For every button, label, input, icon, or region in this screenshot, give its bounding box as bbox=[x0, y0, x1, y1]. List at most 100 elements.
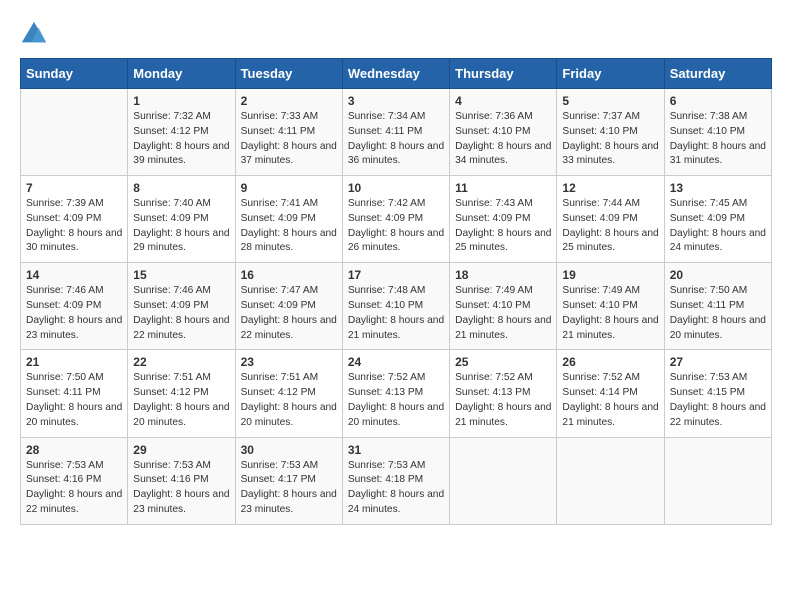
day-number: 24 bbox=[348, 355, 444, 369]
day-number: 5 bbox=[562, 94, 658, 108]
calendar-cell: 21Sunrise: 7:50 AMSunset: 4:11 PMDayligh… bbox=[21, 350, 128, 437]
calendar-cell bbox=[557, 437, 664, 524]
day-number: 7 bbox=[26, 181, 122, 195]
day-info: Sunrise: 7:48 AMSunset: 4:10 PMDaylight:… bbox=[348, 284, 444, 343]
day-number: 21 bbox=[26, 355, 122, 369]
logo bbox=[20, 20, 52, 48]
day-info: Sunrise: 7:41 AMSunset: 4:09 PMDaylight:… bbox=[241, 197, 337, 256]
calendar-week-1: 1 Sunrise: 7:32 AMSunset: 4:12 PMDaylight… bbox=[21, 89, 772, 176]
day-number: 22 bbox=[133, 355, 229, 369]
calendar-cell: 10 Sunrise: 7:42 AMSunset: 4:09 PMDayligh… bbox=[342, 176, 449, 263]
day-number: 20 bbox=[670, 268, 766, 282]
calendar-cell: 20 Sunrise: 7:50 AMSunset: 4:11 PMDayligh… bbox=[664, 263, 771, 350]
weekday-header-sunday: Sunday bbox=[21, 59, 128, 89]
day-info: Sunrise: 7:53 AMSunset: 4:17 PMDaylight:… bbox=[241, 459, 337, 518]
weekday-header-thursday: Thursday bbox=[450, 59, 557, 89]
day-number: 25 bbox=[455, 355, 551, 369]
day-number: 27 bbox=[670, 355, 766, 369]
day-number: 8 bbox=[133, 181, 229, 195]
calendar-cell: 28Sunrise: 7:53 AMSunset: 4:16 PMDayligh… bbox=[21, 437, 128, 524]
page-header bbox=[20, 20, 772, 48]
calendar-cell: 7 Sunrise: 7:39 AMSunset: 4:09 PMDaylight… bbox=[21, 176, 128, 263]
day-number: 14 bbox=[26, 268, 122, 282]
day-number: 11 bbox=[455, 181, 551, 195]
calendar-cell: 18 Sunrise: 7:49 AMSunset: 4:10 PMDayligh… bbox=[450, 263, 557, 350]
calendar-cell: 30 Sunrise: 7:53 AMSunset: 4:17 PMDayligh… bbox=[235, 437, 342, 524]
day-number: 17 bbox=[348, 268, 444, 282]
calendar-table: SundayMondayTuesdayWednesdayThursdayFrid… bbox=[20, 58, 772, 525]
calendar-cell: 17 Sunrise: 7:48 AMSunset: 4:10 PMDayligh… bbox=[342, 263, 449, 350]
calendar-cell bbox=[664, 437, 771, 524]
calendar-cell: 26 Sunrise: 7:52 AMSunset: 4:14 PMDayligh… bbox=[557, 350, 664, 437]
calendar-cell: 16 Sunrise: 7:47 AMSunset: 4:09 PMDayligh… bbox=[235, 263, 342, 350]
day-number: 26 bbox=[562, 355, 658, 369]
day-info: Sunrise: 7:50 AMSunset: 4:11 PMDaylight:… bbox=[670, 284, 766, 343]
calendar-cell: 19 Sunrise: 7:49 AMSunset: 4:10 PMDayligh… bbox=[557, 263, 664, 350]
calendar-cell: 2 Sunrise: 7:33 AMSunset: 4:11 PMDaylight… bbox=[235, 89, 342, 176]
calendar-week-5: 28 Sunrise: 7:53 AMSunset: 4:16 PMDayligh… bbox=[21, 437, 772, 524]
calendar-cell: 23Sunrise: 7:51 AMSunset: 4:12 PMDayligh… bbox=[235, 350, 342, 437]
calendar-cell: 22Sunrise: 7:51 AMSunset: 4:12 PMDayligh… bbox=[128, 350, 235, 437]
calendar-cell: 27 Sunrise: 7:53 AMSunset: 4:15 PMDayligh… bbox=[664, 350, 771, 437]
day-info: Sunrise: 7:46 AMSunset: 4:09 PMDaylight:… bbox=[133, 284, 229, 343]
day-number: 30 bbox=[241, 443, 337, 457]
day-info: Sunrise: 7:53 AMSunset: 4:15 PMDaylight:… bbox=[670, 371, 766, 430]
calendar-cell bbox=[21, 89, 128, 176]
day-number: 12 bbox=[562, 181, 658, 195]
calendar-cell: 24 Sunrise: 7:52 AMSunset: 4:13 PMDayligh… bbox=[342, 350, 449, 437]
day-info: Sunrise: 7:34 AMSunset: 4:11 PMDaylight:… bbox=[348, 110, 444, 169]
day-info: Sunrise: 7:33 AMSunset: 4:11 PMDaylight:… bbox=[241, 110, 337, 169]
calendar-cell: 4Sunrise: 7:36 AMSunset: 4:10 PMDaylight… bbox=[450, 89, 557, 176]
day-info: Sunrise: 7:42 AMSunset: 4:09 PMDaylight:… bbox=[348, 197, 444, 256]
logo-icon bbox=[20, 20, 48, 48]
day-info: Sunrise: 7:49 AMSunset: 4:10 PMDaylight:… bbox=[455, 284, 551, 343]
day-info: Sunrise: 7:52 AMSunset: 4:13 PMDaylight:… bbox=[348, 371, 444, 430]
day-info: Sunrise: 7:49 AMSunset: 4:10 PMDaylight:… bbox=[562, 284, 658, 343]
day-number: 10 bbox=[348, 181, 444, 195]
day-number: 13 bbox=[670, 181, 766, 195]
calendar-cell: 13Sunrise: 7:45 AMSunset: 4:09 PMDayligh… bbox=[664, 176, 771, 263]
day-number: 29 bbox=[133, 443, 229, 457]
calendar-cell: 14 Sunrise: 7:46 AMSunset: 4:09 PMDayligh… bbox=[21, 263, 128, 350]
weekday-header-tuesday: Tuesday bbox=[235, 59, 342, 89]
calendar-cell: 6 Sunrise: 7:38 AMSunset: 4:10 PMDaylight… bbox=[664, 89, 771, 176]
calendar-cell: 8 Sunrise: 7:40 AMSunset: 4:09 PMDaylight… bbox=[128, 176, 235, 263]
calendar-cell: 29 Sunrise: 7:53 AMSunset: 4:16 PMDayligh… bbox=[128, 437, 235, 524]
day-info: Sunrise: 7:46 AMSunset: 4:09 PMDaylight:… bbox=[26, 284, 122, 343]
weekday-header-friday: Friday bbox=[557, 59, 664, 89]
day-info: Sunrise: 7:37 AMSunset: 4:10 PMDaylight:… bbox=[562, 110, 658, 169]
calendar-header: SundayMondayTuesdayWednesdayThursdayFrid… bbox=[21, 59, 772, 89]
day-number: 6 bbox=[670, 94, 766, 108]
day-number: 31 bbox=[348, 443, 444, 457]
weekday-row: SundayMondayTuesdayWednesdayThursdayFrid… bbox=[21, 59, 772, 89]
day-info: Sunrise: 7:39 AMSunset: 4:09 PMDaylight:… bbox=[26, 197, 122, 256]
day-info: Sunrise: 7:52 AMSunset: 4:13 PMDaylight:… bbox=[455, 371, 551, 430]
day-info: Sunrise: 7:47 AMSunset: 4:09 PMDaylight:… bbox=[241, 284, 337, 343]
calendar-cell: 1 Sunrise: 7:32 AMSunset: 4:12 PMDaylight… bbox=[128, 89, 235, 176]
day-number: 2 bbox=[241, 94, 337, 108]
day-number: 9 bbox=[241, 181, 337, 195]
day-number: 18 bbox=[455, 268, 551, 282]
calendar-cell: 3 Sunrise: 7:34 AMSunset: 4:11 PMDaylight… bbox=[342, 89, 449, 176]
calendar-week-2: 7 Sunrise: 7:39 AMSunset: 4:09 PMDaylight… bbox=[21, 176, 772, 263]
day-info: Sunrise: 7:52 AMSunset: 4:14 PMDaylight:… bbox=[562, 371, 658, 430]
calendar-cell bbox=[450, 437, 557, 524]
day-number: 28 bbox=[26, 443, 122, 457]
day-info: Sunrise: 7:53 AMSunset: 4:16 PMDaylight:… bbox=[133, 459, 229, 518]
weekday-header-saturday: Saturday bbox=[664, 59, 771, 89]
calendar-cell: 5 Sunrise: 7:37 AMSunset: 4:10 PMDaylight… bbox=[557, 89, 664, 176]
day-number: 1 bbox=[133, 94, 229, 108]
day-info: Sunrise: 7:36 AMSunset: 4:10 PMDaylight:… bbox=[455, 110, 551, 169]
day-info: Sunrise: 7:38 AMSunset: 4:10 PMDaylight:… bbox=[670, 110, 766, 169]
day-number: 19 bbox=[562, 268, 658, 282]
calendar-body: 1 Sunrise: 7:32 AMSunset: 4:12 PMDaylight… bbox=[21, 89, 772, 525]
day-info: Sunrise: 7:40 AMSunset: 4:09 PMDaylight:… bbox=[133, 197, 229, 256]
day-info: Sunrise: 7:32 AMSunset: 4:12 PMDaylight:… bbox=[133, 110, 229, 169]
calendar-week-3: 14 Sunrise: 7:46 AMSunset: 4:09 PMDayligh… bbox=[21, 263, 772, 350]
calendar-cell: 11Sunrise: 7:43 AMSunset: 4:09 PMDayligh… bbox=[450, 176, 557, 263]
day-number: 3 bbox=[348, 94, 444, 108]
weekday-header-wednesday: Wednesday bbox=[342, 59, 449, 89]
day-info: Sunrise: 7:53 AMSunset: 4:18 PMDaylight:… bbox=[348, 459, 444, 518]
day-number: 16 bbox=[241, 268, 337, 282]
calendar-cell: 25 Sunrise: 7:52 AMSunset: 4:13 PMDayligh… bbox=[450, 350, 557, 437]
